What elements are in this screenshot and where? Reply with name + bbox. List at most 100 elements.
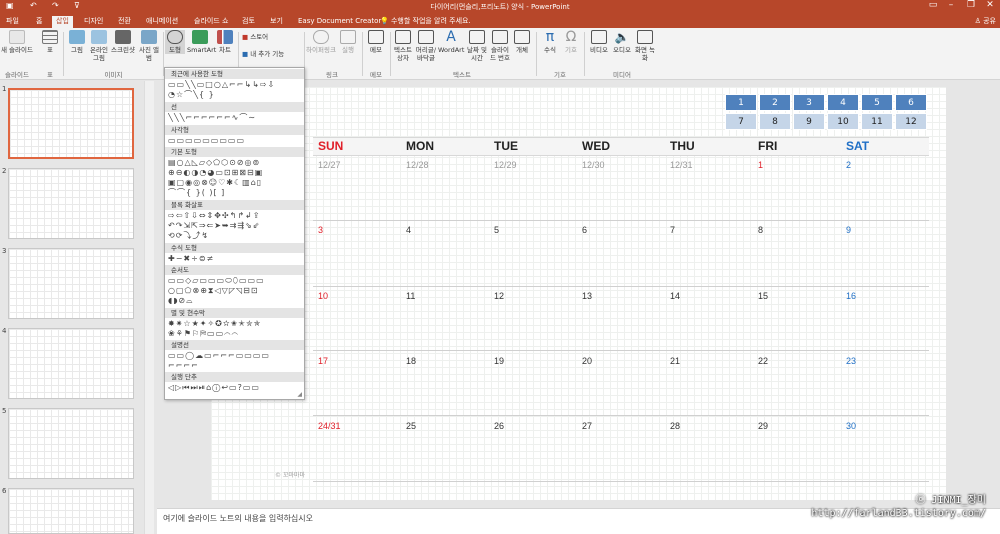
date-cell[interactable]: 9 bbox=[841, 225, 851, 235]
wordart-button[interactable]: A WordArt bbox=[438, 30, 464, 54]
slide-thumbnail-1[interactable] bbox=[8, 88, 134, 159]
date-cell[interactable]: 10 bbox=[313, 291, 328, 301]
month-box[interactable]: 2 bbox=[759, 94, 791, 111]
date-cell[interactable]: 7 bbox=[665, 225, 675, 235]
shape-gallery-action-buttons[interactable]: ◁▷⏮⏭⏯⌂ⓘ↩▭?▭▭ bbox=[168, 383, 302, 393]
screenshot-button[interactable]: 스크린샷 bbox=[110, 30, 136, 54]
smartart-button[interactable]: SmartArt bbox=[187, 30, 216, 54]
date-cell[interactable]: 6 bbox=[577, 225, 587, 235]
tell-me-box[interactable]: 💡 수행할 작업을 알려 주세요. bbox=[376, 16, 475, 28]
tab-home[interactable]: 홈 bbox=[32, 16, 46, 28]
datetime-button[interactable]: 날짜 및 시간 bbox=[466, 30, 488, 62]
minimize-icon[interactable]: – bbox=[942, 0, 960, 10]
close-icon[interactable]: ✕ bbox=[981, 0, 999, 10]
chart-button[interactable]: 차트 bbox=[215, 30, 235, 54]
textbox-button[interactable]: 텍스트 상자 bbox=[392, 30, 414, 62]
photo-album-button[interactable]: 사진 앨범 bbox=[137, 30, 161, 62]
object-button[interactable]: 개체 bbox=[513, 30, 531, 54]
date-cell[interactable]: 26 bbox=[489, 421, 504, 431]
date-cell[interactable]: 21 bbox=[665, 356, 680, 366]
tab-insert[interactable]: 삽입 bbox=[52, 16, 73, 28]
slide-number-button[interactable]: 슬라이드 번호 bbox=[489, 30, 511, 62]
shape-gallery-stars-2[interactable]: ❀⚘⚑⚐⛿▭▭⌒⌒ bbox=[168, 329, 302, 339]
slide-thumbnail-5[interactable] bbox=[8, 408, 134, 479]
picture-button[interactable]: 그림 bbox=[66, 30, 88, 54]
date-cell[interactable]: 5 bbox=[489, 225, 499, 235]
date-cell[interactable]: 25 bbox=[401, 421, 416, 431]
shape-gallery-flowchart-2[interactable]: ○▢⬠⊗⊕⧗◁▽◸◹⊟⊡ bbox=[168, 286, 302, 296]
my-addins-button[interactable]: ■ 내 추가 기능 bbox=[242, 50, 284, 58]
date-cell[interactable]: 4 bbox=[401, 225, 411, 235]
date-cell[interactable]: 12/28 bbox=[401, 160, 429, 170]
shape-gallery-rectangles[interactable]: ▭▭▭▭▭▭▭▭▭ bbox=[168, 136, 302, 146]
shape-gallery-arrows-2[interactable]: ↶↷⇲⇱⇒⇐➤➥⇉⇶⇘⇙ bbox=[168, 221, 302, 231]
date-cell[interactable]: 15 bbox=[753, 291, 768, 301]
date-cell[interactable]: 28 bbox=[665, 421, 680, 431]
month-box[interactable]: 10 bbox=[827, 113, 859, 130]
symbol-button[interactable]: Ω 기호 bbox=[562, 30, 580, 54]
date-cell[interactable]: 17 bbox=[313, 356, 328, 366]
shape-gallery-basic-2[interactable]: ⊕⊖◐◑◔◕▭⊡⊞⊠⊟▣ bbox=[168, 168, 302, 178]
shape-gallery-arrows[interactable]: ⇨⇦⇧⇩⇔⇕✥✣↰↱↲⇪ bbox=[168, 211, 302, 221]
shape-gallery-recent-2[interactable]: ◔☆⌒╲{ } bbox=[168, 90, 302, 100]
date-cell[interactable]: 30 bbox=[841, 421, 856, 431]
shape-gallery-basic-4[interactable]: ⌒⌒{ }( )[ ] bbox=[168, 188, 302, 198]
month-box[interactable]: 1 bbox=[725, 94, 757, 111]
date-cell[interactable]: 19 bbox=[489, 356, 504, 366]
date-cell[interactable]: 23 bbox=[841, 356, 856, 366]
shape-gallery-basic[interactable]: ▤○△◺▱◇⬠⬡⊙⊘◎⊚ bbox=[168, 158, 302, 168]
shapes-button[interactable]: 도형 bbox=[165, 30, 185, 54]
shape-gallery-arrows-3[interactable]: ⟲⟳⤵⤴↯ bbox=[168, 231, 302, 241]
date-cell[interactable]: 8 bbox=[753, 225, 763, 235]
thumbnail-scrollbar[interactable] bbox=[144, 81, 154, 534]
equation-button[interactable]: π 수식 bbox=[540, 30, 560, 54]
month-box[interactable]: 11 bbox=[861, 113, 893, 130]
date-cell[interactable]: 22 bbox=[753, 356, 768, 366]
month-box[interactable]: 4 bbox=[827, 94, 859, 111]
shape-gallery-stars[interactable]: ✸✷☆★✦✧✪✫✬✭✮✯ bbox=[168, 319, 302, 329]
date-cell[interactable]: 24/31 bbox=[313, 421, 341, 431]
tab-review[interactable]: 검토 bbox=[238, 16, 259, 28]
month-box[interactable]: 9 bbox=[793, 113, 825, 130]
screen-record-button[interactable]: 화면 녹화 bbox=[634, 30, 656, 62]
tab-animations[interactable]: 애니메이션 bbox=[142, 16, 182, 28]
share-button[interactable]: ♙ 공유 bbox=[975, 16, 996, 26]
tab-transitions[interactable]: 전환 bbox=[114, 16, 135, 28]
date-cell[interactable]: 16 bbox=[841, 291, 856, 301]
date-cell[interactable]: 12 bbox=[489, 291, 504, 301]
tab-slideshow[interactable]: 슬라이드 쇼 bbox=[190, 16, 232, 28]
hyperlink-button[interactable]: 하이퍼링크 bbox=[306, 30, 336, 54]
online-picture-button[interactable]: 온라인 그림 bbox=[88, 30, 110, 62]
comment-button[interactable]: 메모 bbox=[365, 30, 387, 54]
date-cell[interactable]: 27 bbox=[577, 421, 592, 431]
shape-gallery-callouts-2[interactable]: ⌐⌐⌐⌐ bbox=[168, 361, 302, 371]
month-box[interactable]: 12 bbox=[895, 113, 927, 130]
restore-icon[interactable]: ❐ bbox=[962, 0, 980, 10]
month-box[interactable]: 8 bbox=[759, 113, 791, 130]
ribbon-display-icon[interactable]: ▭ bbox=[924, 0, 942, 10]
store-button[interactable]: ■ 스토어 bbox=[242, 33, 268, 41]
tab-easy-document-creator[interactable]: Easy Document Creator bbox=[294, 16, 385, 28]
date-cell[interactable]: 1 bbox=[753, 160, 763, 170]
shape-gallery-lines[interactable]: ╲╲╲⌐⌐⌐⌐⌐⌐∿⌒∼ bbox=[168, 113, 302, 123]
date-cell[interactable]: 29 bbox=[753, 421, 768, 431]
shape-gallery-flowchart-3[interactable]: ◖◗⊘⌓ bbox=[168, 296, 302, 306]
date-cell[interactable]: 3 bbox=[313, 225, 323, 235]
audio-button[interactable]: 🔈 오디오 bbox=[611, 30, 633, 54]
new-slide-button[interactable]: 새 슬라이드 bbox=[0, 30, 34, 54]
slide-thumbnail-2[interactable] bbox=[8, 168, 134, 239]
action-button[interactable]: 실행 bbox=[338, 30, 358, 54]
month-box[interactable]: 7 bbox=[725, 113, 757, 130]
date-cell[interactable]: 13 bbox=[577, 291, 592, 301]
date-cell[interactable]: 20 bbox=[577, 356, 592, 366]
header-footer-button[interactable]: 머리글/바닥글 bbox=[415, 30, 437, 62]
shape-gallery-recent[interactable]: ▭▭╲╲▭□○△⌐⌐↳↳⇨⇩ bbox=[168, 80, 302, 90]
tab-design[interactable]: 디자인 bbox=[80, 16, 107, 28]
date-cell[interactable]: 14 bbox=[665, 291, 680, 301]
shape-gallery-equation[interactable]: ✚−✖÷⊜≠ bbox=[168, 254, 302, 264]
date-cell[interactable]: 18 bbox=[401, 356, 416, 366]
resize-grip-icon[interactable]: ◢ bbox=[297, 391, 302, 398]
date-cell[interactable]: 12/29 bbox=[489, 160, 517, 170]
date-cell[interactable]: 12/30 bbox=[577, 160, 605, 170]
date-cell[interactable]: 12/27 bbox=[313, 160, 341, 170]
